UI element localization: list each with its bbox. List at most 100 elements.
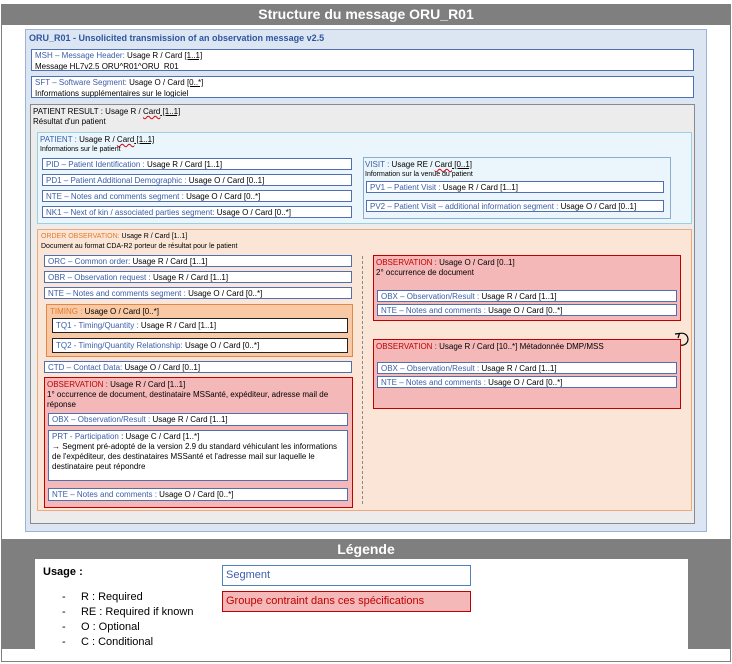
visit-header: VISIT : Usage RE / Card [0..1] Informati…	[365, 160, 473, 180]
sft-segment[interactable]: SFT – Software Segment: Usage O / Card […	[31, 76, 694, 98]
patient-header: PATIENT : Usage R / Card [1..1] Informat…	[40, 135, 154, 155]
order-nte-code: NTE – Notes and comments segment :	[48, 289, 186, 298]
legend-title-bar: Légende	[1, 540, 731, 559]
msh-code: MSH – Message Header:	[35, 51, 125, 60]
legend-item-r: - R : Required	[62, 591, 143, 603]
observation-3-obx-segment[interactable]: OBX – Observation/Result : Usage R / Car…	[377, 362, 677, 374]
order-observation-header: ORDER OBSERVATION: Usage R / Card [1..1]…	[41, 231, 238, 252]
patient-nte-segment[interactable]: NTE – Notes and comments segment : Usage…	[42, 190, 352, 202]
obr-usage: Usage R / Card [1..1]	[150, 273, 229, 282]
legend-segment-label: Segment	[226, 569, 271, 581]
order-nte-usage: Usage O / Card [0..*]	[185, 289, 263, 298]
pd1-code: PD1 – Patient Additional Demographic :	[46, 176, 187, 185]
visit-usage: Usage RE /	[389, 160, 435, 169]
observation-2-nte-segment[interactable]: NTE – Notes and comments : Usage O / Car…	[377, 304, 677, 316]
patient-result-card: [1..1]	[160, 107, 181, 116]
observation-2-obx-usage: Usage R / Card [1..1]	[479, 292, 557, 301]
observation-3-nte-usage: Usage O / Card [0..*]	[485, 378, 563, 387]
observation-1-usage: Usage R / Card [1..1]	[107, 380, 186, 389]
pid-code: PID – Patient Identification :	[46, 160, 145, 169]
ctd-code: CTD – Contact Data:	[48, 363, 123, 372]
nk1-code: NK1 – Next of kin / associated parties s…	[46, 208, 215, 217]
observation-2-header: OBSERVATION : Usage O / Card [0..1] 2° o…	[376, 258, 515, 278]
sft-card: [0..*]	[186, 78, 204, 87]
patient-result-name: PATIENT RESULT :	[33, 107, 103, 116]
legend-usage-label: Usage :	[43, 566, 83, 578]
patient-usage: Usage R /	[76, 135, 117, 144]
observation-2-nte-code: NTE – Notes and comments :	[381, 306, 486, 315]
tq1-code: TQ1 - Timing/Quantity :	[56, 321, 139, 330]
patient-card-word: Card	[116, 135, 135, 144]
pv1-segment[interactable]: PV1 – Patient Visit : Usage R / Card [1.…	[366, 181, 664, 193]
tq1-segment[interactable]: TQ1 - Timing/Quantity : Usage R / Card […	[52, 318, 348, 333]
message-title: ORU_R01 - Unsolicited transmission of an…	[29, 33, 325, 43]
msh-card: [1..1]	[184, 51, 203, 60]
observation-1-nte-usage: Usage O / Card [0..*]	[156, 490, 234, 499]
order-observation-name: ORDER OBSERVATION:	[41, 233, 120, 240]
orc-usage: Usage R / Card [1..1]	[130, 257, 208, 266]
nk1-segment[interactable]: NK1 – Next of kin / associated parties s…	[42, 206, 352, 218]
nk1-usage: Usage O / Card [0..*]	[214, 208, 292, 217]
observation-2-obx-segment[interactable]: OBX – Observation/Result : Usage R / Car…	[377, 290, 677, 302]
timing-header: TIMING : Usage O / Card [0..*]	[50, 307, 159, 317]
order-nte-segment[interactable]: NTE – Notes and comments segment : Usage…	[44, 287, 352, 299]
obr-segment[interactable]: OBR – Observation request : Usage R / Ca…	[44, 271, 352, 283]
patient-result-usage: Usage R /	[102, 107, 143, 116]
observation-1-nte-segment[interactable]: NTE – Notes and comments : Usage O / Car…	[48, 488, 348, 501]
prt-usage: : Usage C / Card [1..*]	[118, 432, 200, 441]
patient-result-card-word: Card	[142, 107, 161, 116]
timing-name: TIMING :	[50, 307, 83, 316]
observation-2-nte-usage: Usage O / Card [0..*]	[485, 306, 563, 315]
visit-desc: Information sur la venue du patient	[365, 171, 473, 178]
observation-2-desc: 2° occurrence de document	[376, 268, 474, 277]
visit-card-word: Card	[434, 160, 453, 169]
title-bar: Structure du message ORU_R01	[1, 4, 731, 24]
patient-result-desc: Résultat d'un patient	[33, 117, 106, 126]
observation-1-desc: 1° occurrence de document, destinataire …	[47, 390, 329, 409]
legend-item-re: - RE : Required if known	[62, 606, 194, 618]
timing-usage: Usage O / Card [0..*]	[82, 307, 159, 316]
msh-segment[interactable]: MSH – Message Header: Usage R / Card [1.…	[31, 49, 694, 71]
pv1-usage: Usage R / Card [1..1]	[440, 183, 518, 192]
patient-card: [1..1]	[134, 135, 155, 144]
patient-nte-usage: Usage O / Card [0..*]	[183, 192, 261, 201]
patient-desc: Informations sur le patient	[40, 146, 121, 153]
order-observation-desc: Document au format CDA-R2 porteur de rés…	[41, 243, 238, 250]
orc-segment[interactable]: ORC – Common order: Usage R / Card [1..1…	[44, 255, 352, 267]
patient-nte-code: NTE – Notes and comments segment :	[46, 192, 184, 201]
pv1-code: PV1 – Patient Visit :	[370, 183, 441, 192]
pv2-segment[interactable]: PV2 – Patient Visit – additional informa…	[366, 200, 664, 212]
patient-name: PATIENT :	[40, 135, 77, 144]
pid-segment[interactable]: PID – Patient Identification : Usage R /…	[42, 158, 352, 170]
msh-desc: Message HL7v2.5 ORU^R01^ORU_R01	[35, 62, 179, 71]
page-title: Structure du message ORU_R01	[258, 6, 474, 22]
order-separator	[362, 256, 363, 504]
legend-item-o: - O : Optional	[62, 621, 140, 633]
sft-desc: Informations supplémentaires sur le logi…	[35, 89, 189, 98]
legend-group-swatch: Groupe contraint dans ces spécifications	[222, 591, 471, 612]
observation-3-obx-code: OBX – Observation/Result :	[381, 364, 480, 373]
tq2-segment[interactable]: TQ2 - Timing/Quantity Relationship: Usag…	[52, 338, 348, 353]
prt-segment[interactable]: PRT - Participation : Usage C / Card [1.…	[48, 430, 348, 481]
prt-desc: → Segment pré-adopté de la version 2.9 d…	[52, 442, 338, 471]
observation-2-usage: Usage O / Card [0..1]	[436, 258, 515, 267]
legend-segment-swatch: Segment	[222, 565, 471, 586]
bottom-frame	[1, 649, 731, 662]
patient-result-header: PATIENT RESULT : Usage R / Card [1..1] R…	[33, 107, 180, 127]
orc-code: ORC – Common order:	[48, 257, 131, 266]
tq2-code: TQ2 - Timing/Quantity Relationship:	[56, 341, 183, 350]
observation-1-obx-segment[interactable]: OBX – Observation/Result : Usage R / Car…	[48, 413, 348, 426]
legend-usage-list: - R : Required - RE : Required if known …	[62, 590, 193, 650]
pd1-segment[interactable]: PD1 – Patient Additional Demographic : U…	[42, 174, 352, 186]
observation-3-nte-segment[interactable]: NTE – Notes and comments : Usage O / Car…	[377, 376, 677, 388]
observation-2-name: OBSERVATION :	[376, 258, 437, 267]
legend-item-c: - C : Conditional	[62, 636, 154, 648]
tq1-usage: Usage R / Card [1..1]	[138, 321, 217, 330]
pv2-usage: Usage O / Card [0..1]	[558, 202, 637, 211]
ctd-segment[interactable]: CTD – Contact Data: Usage O / Card [0..1…	[44, 361, 352, 373]
observation-3-usage: Usage R / Card [10..*] Métadonnée DMP/MS…	[436, 342, 604, 351]
legend-title: Légende	[337, 541, 395, 557]
observation-1-nte-code: NTE – Notes and comments :	[52, 490, 157, 499]
legend-group-label: Groupe contraint dans ces spécifications	[226, 595, 425, 607]
ctd-usage: Usage O / Card [0..1]	[122, 363, 201, 372]
